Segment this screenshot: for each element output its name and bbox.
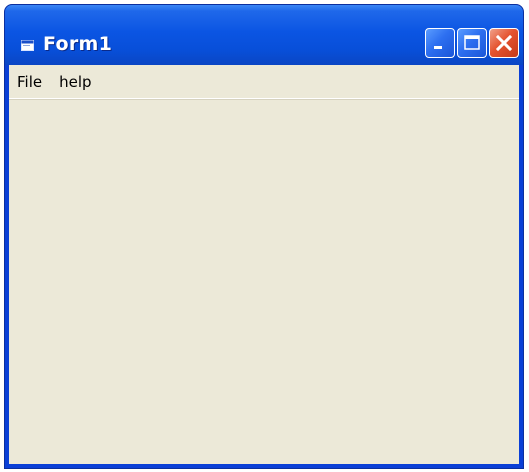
window-controls: [425, 28, 519, 58]
close-button[interactable]: [489, 28, 519, 58]
maximize-icon: [464, 35, 480, 50]
window-title: Form1: [43, 33, 113, 55]
maximize-button[interactable]: [457, 28, 487, 58]
menu-item-help[interactable]: help: [54, 69, 96, 95]
menu-item-file[interactable]: File: [12, 69, 47, 95]
form-client-area: File help: [9, 65, 519, 464]
minimize-button[interactable]: [425, 28, 455, 58]
minimize-icon: [434, 46, 442, 49]
menu-bar: File help: [9, 65, 519, 99]
title-bar[interactable]: Form1: [5, 5, 523, 65]
close-icon: [495, 34, 513, 52]
form1-window: Form1 File help: [4, 4, 524, 469]
form-window-icon[interactable]: [21, 38, 34, 51]
